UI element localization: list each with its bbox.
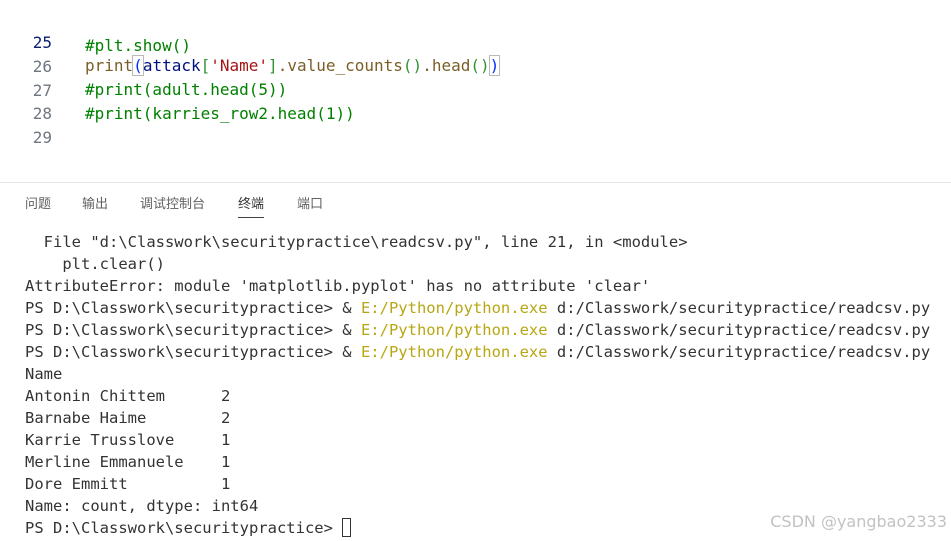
terminal-line: File "d:\Classwork\securitypractice\read… — [25, 233, 688, 251]
terminal-line: Karrie Trusslove 1 — [25, 431, 231, 449]
code-line[interactable]: 27 #print(karries_row2.head(1)) — [0, 56, 951, 123]
code-line[interactable]: 29 — [0, 103, 951, 147]
tab-terminal[interactable]: 终端 — [238, 195, 265, 218]
terminal-exe-path[interactable]: E:/Python/python.exe — [361, 343, 548, 361]
terminal-run-line: PS D:\Classwork\securitypractice> & E:/P… — [25, 297, 930, 319]
code-line-current[interactable]: 25 print(attack['Name'].value_counts().h… — [0, 8, 951, 76]
terminal-line: Name: count, dtype: int64 — [25, 497, 259, 515]
terminal-prompt-line[interactable]: PS D:\Classwork\securitypractice> — [25, 517, 351, 539]
terminal-run-line: PS D:\Classwork\securitypractice> & E:/P… — [25, 319, 930, 341]
terminal-script-arg[interactable]: d:/Classwork/securitypractice/readcsv.py — [548, 321, 930, 339]
watermark: CSDN @yangbao2333 — [770, 512, 947, 531]
panel-tabs: 问题 输出 调试控制台 终端 端口 — [0, 183, 951, 223]
terminal-run-line: PS D:\Classwork\securitypractice> & E:/P… — [25, 341, 930, 363]
terminal-cursor[interactable] — [341, 518, 351, 537]
terminal-line: plt.clear() — [25, 255, 165, 273]
tab-ports[interactable]: 端口 — [297, 195, 323, 215]
tab-problems[interactable]: 问题 — [25, 195, 51, 215]
terminal-line: Merline Emmanuele 1 — [25, 453, 231, 471]
tab-debug-console[interactable]: 调试控制台 — [140, 195, 205, 215]
code-line[interactable]: 28 — [0, 79, 951, 123]
code-editor[interactable]: 24 #plt.show() 25 print(attack['Name'].v… — [0, 0, 951, 182]
terminal-line: Barnabe Haime 2 — [25, 409, 231, 427]
code-line[interactable]: 26 #print(adult.head(5)) — [0, 32, 951, 99]
terminal-prompt: PS D:\Classwork\securitypractice> — [25, 519, 333, 537]
terminal-prompt: PS D:\Classwork\securitypractice> & — [25, 299, 361, 317]
terminal-line: Name — [25, 365, 63, 383]
terminal-script-arg[interactable]: d:/Classwork/securitypractice/readcsv.py — [548, 343, 930, 361]
terminal-exe-path[interactable]: E:/Python/python.exe — [361, 321, 548, 339]
bottom-panel: 问题 输出 调试控制台 终端 端口 File "d:\Classwork\sec… — [0, 182, 951, 541]
terminal-line: AttributeError: module 'matplotlib.pyplo… — [25, 277, 651, 295]
terminal-prompt: PS D:\Classwork\securitypractice> & — [25, 321, 361, 339]
line-number: 29 — [32, 128, 52, 147]
terminal-line: Antonin Chittem 2 — [25, 387, 231, 405]
tab-output[interactable]: 输出 — [82, 195, 108, 215]
terminal-exe-path[interactable]: E:/Python/python.exe — [361, 299, 548, 317]
terminal-line: Dore Emmitt 1 — [25, 475, 231, 493]
terminal-prompt: PS D:\Classwork\securitypractice> & — [25, 343, 361, 361]
terminal-script-arg[interactable]: d:/Classwork/securitypractice/readcsv.py — [548, 299, 930, 317]
